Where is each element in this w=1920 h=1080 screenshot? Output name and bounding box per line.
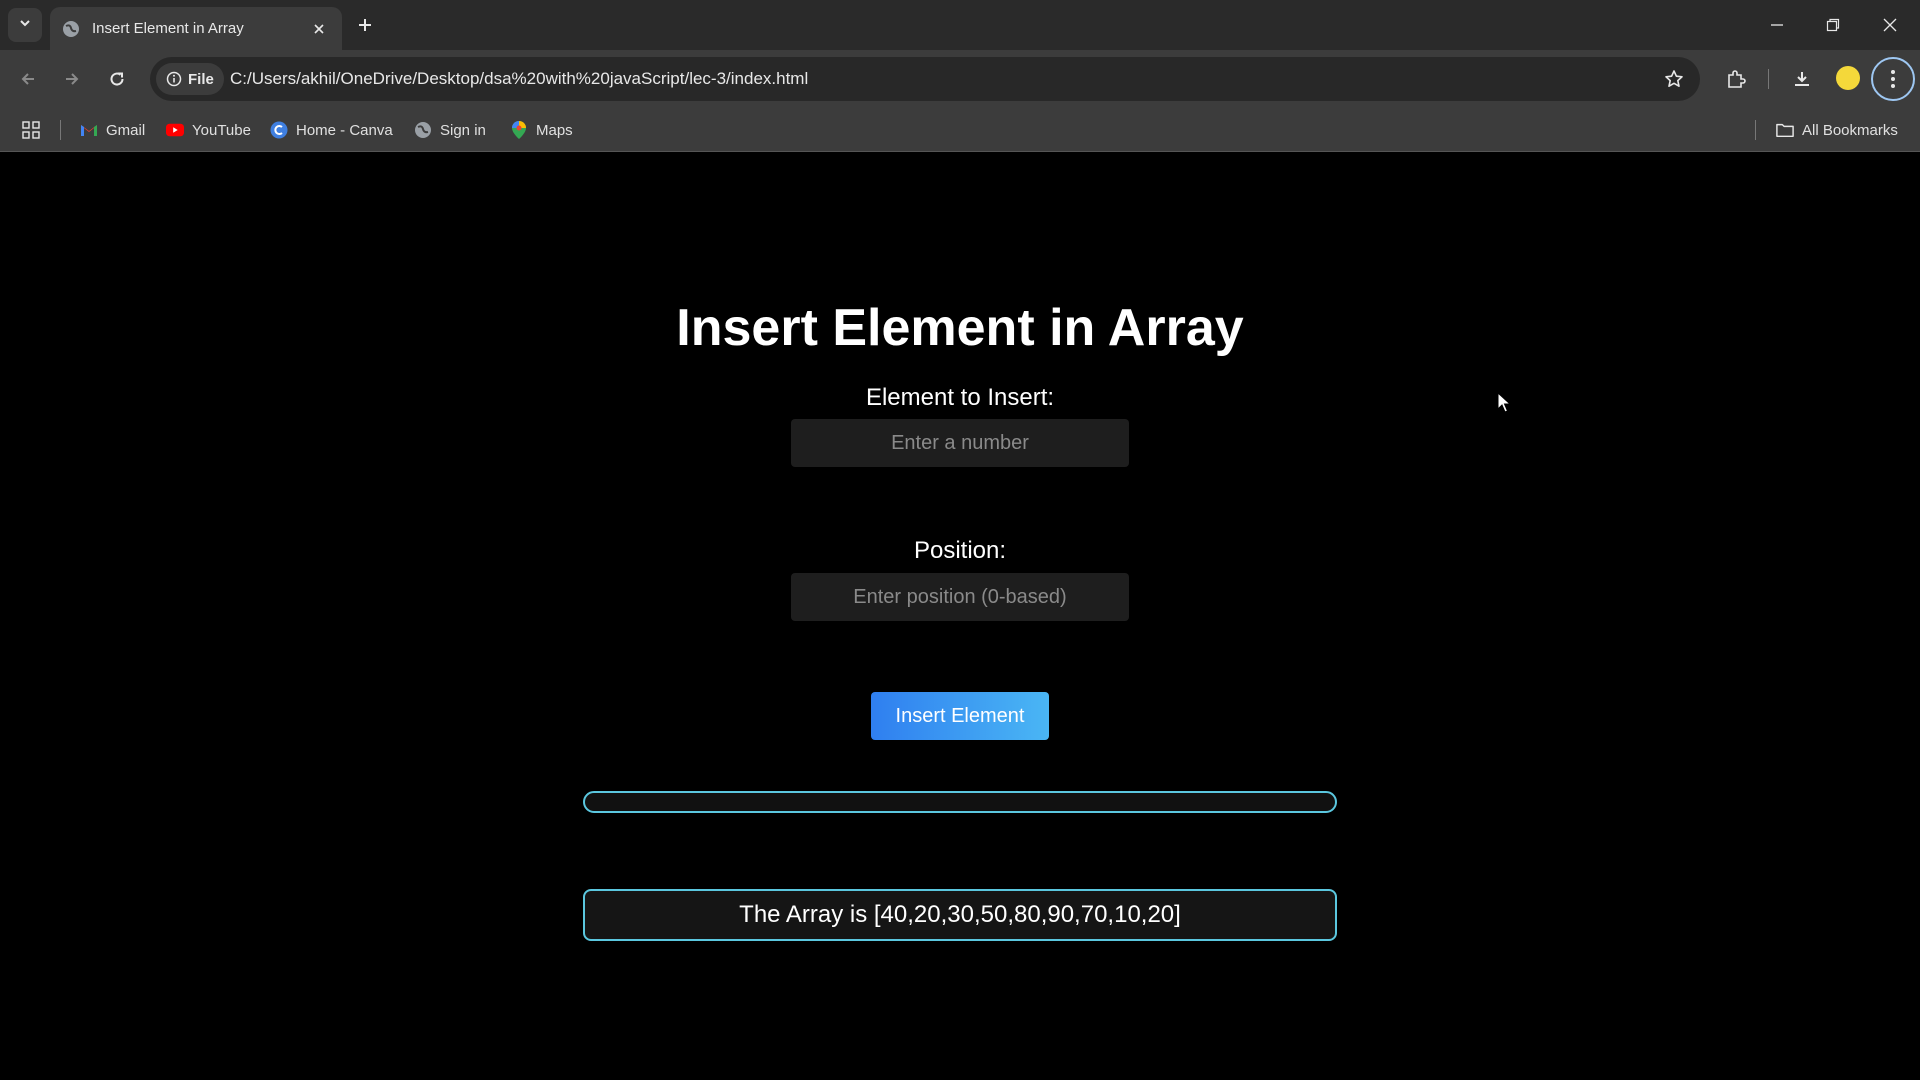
download-icon [1795, 72, 1809, 86]
gmail-icon [80, 121, 98, 139]
apps-grid-icon[interactable] [20, 119, 42, 141]
bookmark-label: Home - Canva [296, 121, 393, 139]
bookmark-label: Gmail [106, 121, 146, 139]
bookmark-maps[interactable]: Maps [510, 108, 573, 152]
bookmarks-bar: Gmail YouTube Home - Canva Sign in Maps … [0, 108, 1920, 152]
restore-button[interactable] [1813, 8, 1853, 42]
site-info-chip[interactable]: File [156, 63, 224, 95]
mouse-cursor-icon [1497, 392, 1511, 413]
globe-icon [414, 121, 432, 139]
page-title: Insert Element in Array [676, 299, 1244, 357]
bookmark-label: Sign in [440, 121, 486, 139]
position-input[interactable] [791, 573, 1129, 621]
bookmark-youtube[interactable]: YouTube [166, 108, 251, 152]
all-bookmarks-label: All Bookmarks [1802, 121, 1898, 139]
more-vertical-icon [1891, 70, 1895, 88]
result-output [583, 791, 1337, 813]
reload-button[interactable] [101, 63, 133, 95]
close-window-button[interactable] [1870, 8, 1910, 42]
active-tab[interactable]: Insert Element in Array [50, 7, 342, 50]
tab-close-icon[interactable] [308, 18, 330, 40]
extensions-button[interactable] [1720, 63, 1752, 95]
profile-avatar[interactable] [1836, 66, 1860, 90]
element-input[interactable] [791, 419, 1129, 467]
all-bookmarks-button[interactable]: All Bookmarks [1776, 108, 1898, 152]
forward-button[interactable] [56, 63, 88, 95]
bookmark-gmail[interactable]: Gmail [80, 108, 145, 152]
url-text[interactable]: C:/Users/akhil/OneDrive/Desktop/dsa%20wi… [230, 57, 808, 101]
tab-search-button[interactable] [8, 8, 42, 42]
browser-toolbar: File C:/Users/akhil/OneDrive/Desktop/dsa… [0, 50, 1920, 108]
downloads-button[interactable] [1786, 63, 1818, 95]
youtube-icon [166, 121, 184, 139]
back-button[interactable] [12, 63, 44, 95]
toolbar-divider [1768, 69, 1769, 89]
bookmarks-divider-right [1755, 120, 1756, 140]
chevron-down-icon [18, 16, 32, 35]
close-icon [1883, 18, 1897, 32]
tab-title: Insert Element in Array [92, 20, 244, 37]
url-scheme-label: File [188, 70, 214, 88]
bookmark-canva[interactable]: Home - Canva [270, 108, 393, 152]
maps-pin-icon [510, 121, 528, 139]
globe-icon [62, 20, 80, 38]
browser-menu-button[interactable] [1871, 57, 1915, 101]
arrow-left-icon [21, 73, 34, 85]
insert-element-button[interactable]: Insert Element [871, 692, 1049, 740]
page-viewport: Insert Element in Array Element to Inser… [0, 152, 1920, 1080]
puzzle-icon [1728, 70, 1746, 88]
folder-icon [1776, 121, 1794, 139]
bookmark-label: YouTube [192, 121, 251, 139]
plus-icon [359, 19, 371, 31]
canva-icon [270, 121, 288, 139]
bookmarks-divider [60, 120, 61, 140]
arrow-right-icon [66, 73, 79, 85]
tab-strip: Insert Element in Array [0, 0, 1920, 50]
minimize-button[interactable] [1757, 8, 1797, 42]
bookmark-star-icon[interactable] [1662, 67, 1686, 91]
reload-icon [110, 72, 124, 86]
position-label: Position: [913, 537, 1007, 564]
element-label: Element to Insert: [865, 384, 1055, 411]
new-tab-button[interactable] [352, 12, 378, 38]
minimize-icon [1771, 24, 1783, 26]
restore-icon [1826, 18, 1840, 32]
address-bar[interactable]: File C:/Users/akhil/OneDrive/Desktop/dsa… [150, 57, 1700, 101]
bookmark-label: Maps [536, 121, 573, 139]
array-display: The Array is [40,20,30,50,80,90,70,10,20… [583, 889, 1337, 941]
info-icon [166, 71, 182, 87]
bookmark-sign-in[interactable]: Sign in [414, 108, 486, 152]
